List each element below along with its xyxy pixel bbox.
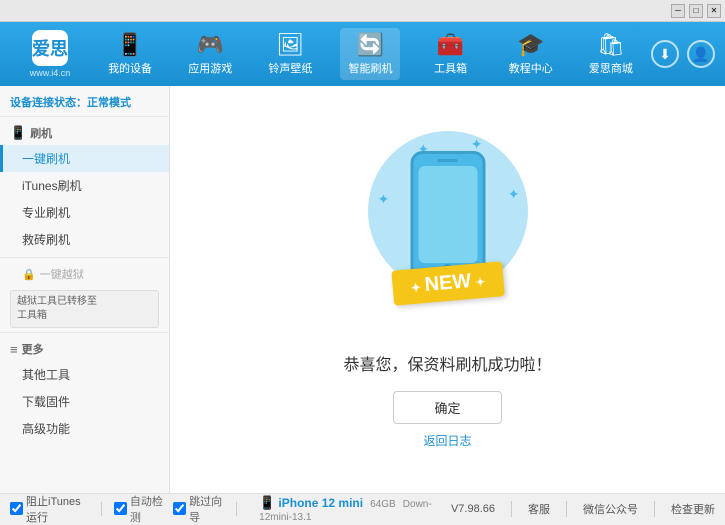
nav-my-device[interactable]: 📱 我的设备 <box>100 28 160 80</box>
auto-connect-item[interactable]: 自动检测 <box>114 493 165 525</box>
sidebar-item-download-firmware[interactable]: 下载固件 <box>0 388 169 415</box>
auto-connect-label: 自动检测 <box>130 493 165 525</box>
nav-ringtone-label: 铃声壁纸 <box>268 60 312 76</box>
support-link[interactable]: 客服 <box>528 501 550 517</box>
no-itunes-label: 阻止iTunes运行 <box>26 493 89 525</box>
sidebar-note: 越狱工具已转移至工具箱 <box>10 290 159 328</box>
nav-tutorial-label: 教程中心 <box>509 60 553 76</box>
minimize-btn[interactable]: ─ <box>671 4 685 18</box>
phone-illustration: ✦ ✦ ✦ ✦ NEW <box>358 131 538 331</box>
main-content: ✦ ✦ ✦ ✦ NEW 恭喜您，保资料刷机成功啦！ 确定 返回日志 <box>170 86 725 493</box>
device-info: 📱 iPhone 12 mini 64GB Down-12mini-13.1 <box>259 495 451 523</box>
wechat-link[interactable]: 微信公众号 <box>583 501 638 517</box>
title-bar: ─ □ ✕ <box>0 0 725 22</box>
status-bar: 设备连接状态：正常模式 <box>0 90 169 117</box>
window-controls: ─ □ ✕ <box>671 4 721 18</box>
lock-icon: 🔒 <box>22 268 36 281</box>
my-device-icon: 📱 <box>116 32 143 58</box>
guide-label: 跳过向导 <box>189 493 224 525</box>
bottom-bar: 阻止iTunes运行 自动检测 跳过向导 📱 iPhone 12 mini 64… <box>0 493 725 523</box>
bottom-divider-3 <box>654 501 655 517</box>
device-name: iPhone 12 mini <box>278 496 363 510</box>
logo-icon: 爱思 <box>32 30 68 66</box>
header: 爱思 www.i4.cn 📱 我的设备 🎮 应用游戏 🖼 铃声壁纸 🔄 智能刷机… <box>0 22 725 86</box>
smart-shop-icon: 🔄 <box>357 32 384 58</box>
sidebar-item-advanced[interactable]: 高级功能 <box>0 415 169 442</box>
sidebar-divider-1 <box>0 257 169 258</box>
nav-toolbox[interactable]: 🧰 工具箱 <box>421 28 481 80</box>
flash-section-label: 刷机 <box>30 125 52 141</box>
no-itunes-checkbox[interactable]: 阻止iTunes运行 <box>10 493 89 525</box>
phone-screen <box>418 166 477 263</box>
device-icon: 📱 <box>259 495 275 510</box>
download-btn[interactable]: ⬇ <box>651 40 679 68</box>
tutorial-icon: 🎓 <box>517 32 544 58</box>
sidebar-divider-2 <box>0 332 169 333</box>
sparkle-3: ✦ <box>378 191 390 208</box>
nav-apps-games[interactable]: 🎮 应用游戏 <box>180 28 240 80</box>
sidebar-item-pro-flash[interactable]: 专业刷机 <box>0 199 169 226</box>
confirm-button[interactable]: 确定 <box>393 391 501 424</box>
sidebar-item-one-key-flash[interactable]: 一键刷机 <box>0 145 169 172</box>
main-layout: 设备连接状态：正常模式 📱 刷机 一键刷机 iTunes刷机 专业刷机 救砖刷机… <box>0 86 725 493</box>
close-btn[interactable]: ✕ <box>707 4 721 18</box>
bottom-divider-1 <box>511 501 512 517</box>
flash-section-icon: 📱 <box>10 125 26 141</box>
more-section-label: 更多 <box>22 341 44 357</box>
phone-speaker <box>438 159 458 162</box>
success-message: 恭喜您，保资料刷机成功啦！ <box>343 351 551 375</box>
phone-body <box>410 151 485 281</box>
nav-toolbox-label: 工具箱 <box>434 60 467 76</box>
nav-smart-shop[interactable]: 🔄 智能刷机 <box>340 28 400 80</box>
back-today-link[interactable]: 返回日志 <box>423 432 471 449</box>
nav-apps-games-label: 应用游戏 <box>188 60 232 76</box>
toolbox-icon: 🧰 <box>437 32 464 58</box>
bottom-divider-2 <box>566 501 567 517</box>
sidebar: 设备连接状态：正常模式 📱 刷机 一键刷机 iTunes刷机 专业刷机 救砖刷机… <box>0 86 170 493</box>
nav-bar: 📱 我的设备 🎮 应用游戏 🖼 铃声壁纸 🔄 智能刷机 🧰 工具箱 🎓 教程中心… <box>90 28 651 80</box>
nav-ai-mall-label: 爱思商城 <box>589 60 633 76</box>
guide-checkbox[interactable] <box>173 502 186 515</box>
status-label: 设备连接状态： <box>10 97 87 109</box>
nav-tutorial[interactable]: 🎓 教程中心 <box>501 28 561 80</box>
more-section-header: ≡ 更多 <box>0 337 169 361</box>
bottom-left: 阻止iTunes运行 自动检测 跳过向导 📱 iPhone 12 mini 64… <box>10 493 451 525</box>
sidebar-item-other-tools[interactable]: 其他工具 <box>0 361 169 388</box>
check-update-link[interactable]: 检查更新 <box>671 501 715 517</box>
auto-connect-checkbox[interactable] <box>114 502 127 515</box>
header-right: ⬇ 👤 <box>651 40 715 68</box>
divider-bottom-1 <box>101 502 102 516</box>
apps-games-icon: 🎮 <box>197 32 224 58</box>
flash-section-header: 📱 刷机 <box>0 121 169 145</box>
nav-ringtone-wallpaper[interactable]: 🖼 铃声壁纸 <box>260 28 320 80</box>
maximize-btn[interactable]: □ <box>689 4 703 18</box>
nav-smart-shop-label: 智能刷机 <box>348 60 392 76</box>
version-label: V7.98.66 <box>451 503 495 515</box>
sidebar-item-itunes-flash[interactable]: iTunes刷机 <box>0 172 169 199</box>
nav-ai-mall[interactable]: 🛍 爱思商城 <box>581 28 641 80</box>
ringtone-icon: 🖼 <box>276 32 304 58</box>
no-itunes-check[interactable] <box>10 502 23 515</box>
ai-mall-icon: 🛍 <box>597 32 625 58</box>
user-btn[interactable]: 👤 <box>687 40 715 68</box>
sidebar-locked-jailbreak: 🔒 一键越狱 <box>0 262 169 286</box>
divider-bottom-2 <box>236 502 237 516</box>
sparkle-4: ✦ <box>508 186 520 203</box>
device-storage: 64GB <box>370 499 396 510</box>
logo-url: www.i4.cn <box>30 68 71 78</box>
logo: 爱思 www.i4.cn <box>10 30 90 78</box>
sidebar-item-unbrick-flash[interactable]: 救砖刷机 <box>0 226 169 253</box>
nav-my-device-label: 我的设备 <box>108 60 152 76</box>
more-icon: ≡ <box>10 342 18 357</box>
status-value: 正常模式 <box>87 97 131 109</box>
bottom-right: V7.98.66 客服 微信公众号 检查更新 <box>451 501 715 517</box>
guide-item[interactable]: 跳过向导 <box>173 493 224 525</box>
